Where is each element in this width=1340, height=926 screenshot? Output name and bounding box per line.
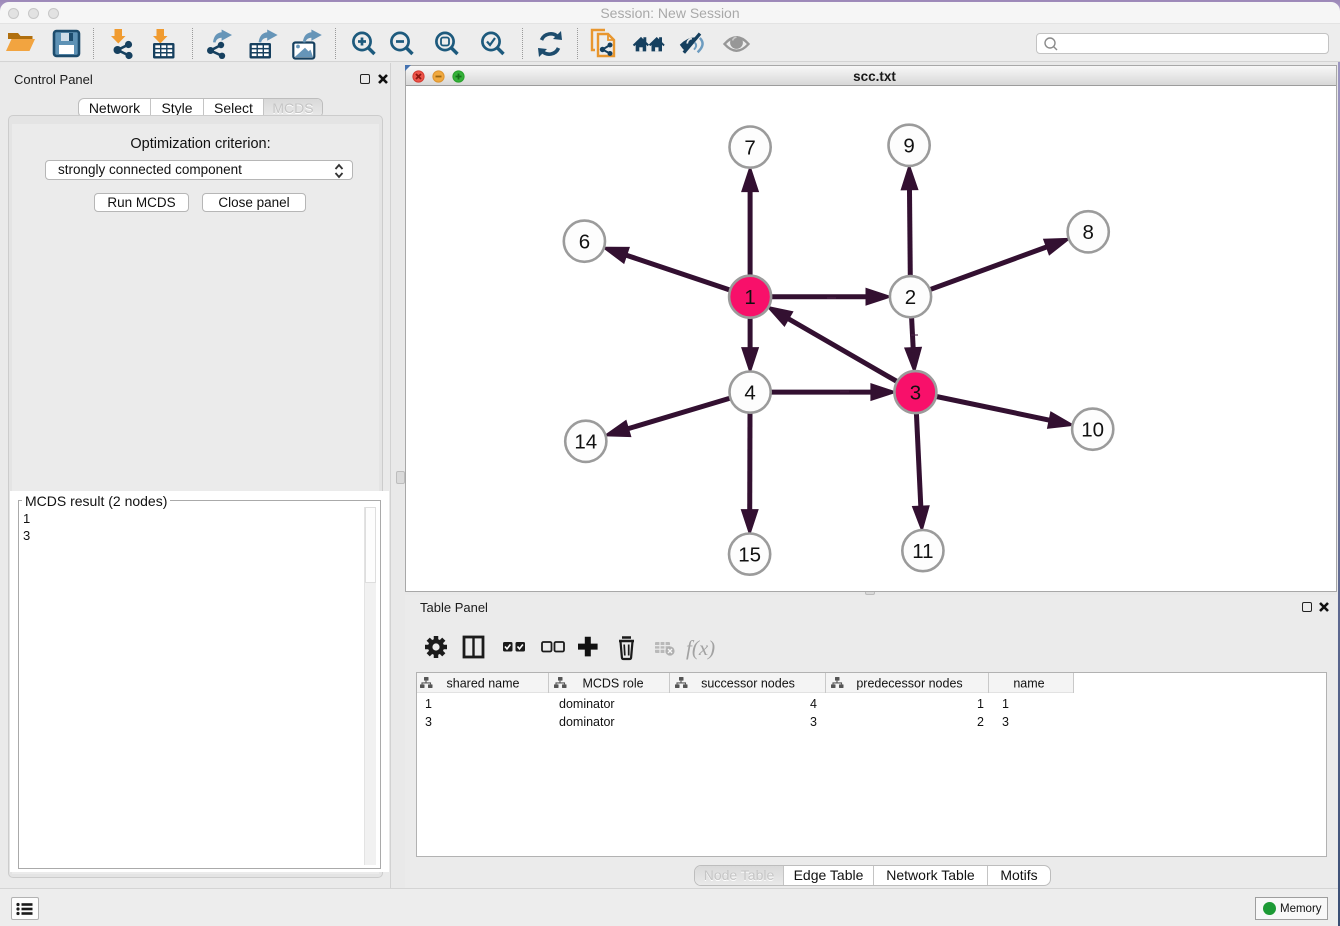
svg-text:6: 6 xyxy=(579,231,590,254)
svg-text:3: 3 xyxy=(810,715,817,729)
svg-text:f(x): f(x) xyxy=(686,636,715,660)
svg-text:shared name: shared name xyxy=(447,677,520,691)
svg-text:4: 4 xyxy=(744,382,755,405)
svg-text:4: 4 xyxy=(810,697,817,711)
svg-text:successor nodes: successor nodes xyxy=(701,677,795,691)
svg-text:2: 2 xyxy=(905,286,916,309)
svg-text:3: 3 xyxy=(425,715,432,729)
svg-text:7: 7 xyxy=(744,137,755,160)
svg-text:1: 1 xyxy=(1002,697,1009,711)
svg-text:9: 9 xyxy=(903,135,914,158)
svg-text:dominator: dominator xyxy=(559,697,615,711)
svg-text:3: 3 xyxy=(1002,715,1009,729)
svg-text:1: 1 xyxy=(744,286,755,309)
svg-text:predecessor nodes: predecessor nodes xyxy=(856,677,962,691)
svg-text:8: 8 xyxy=(1082,221,1093,244)
svg-text:name: name xyxy=(1013,677,1044,691)
svg-text:1: 1 xyxy=(425,697,432,711)
svg-text:2: 2 xyxy=(977,715,984,729)
svg-text:14: 14 xyxy=(574,431,597,454)
svg-text:3: 3 xyxy=(910,382,921,405)
svg-text:1: 1 xyxy=(977,697,984,711)
svg-text:11: 11 xyxy=(912,540,933,563)
svg-text:dominator: dominator xyxy=(559,715,615,729)
svg-text:15: 15 xyxy=(738,544,761,567)
svg-text:10: 10 xyxy=(1081,419,1104,442)
svg-text:MCDS role: MCDS role xyxy=(582,677,643,691)
